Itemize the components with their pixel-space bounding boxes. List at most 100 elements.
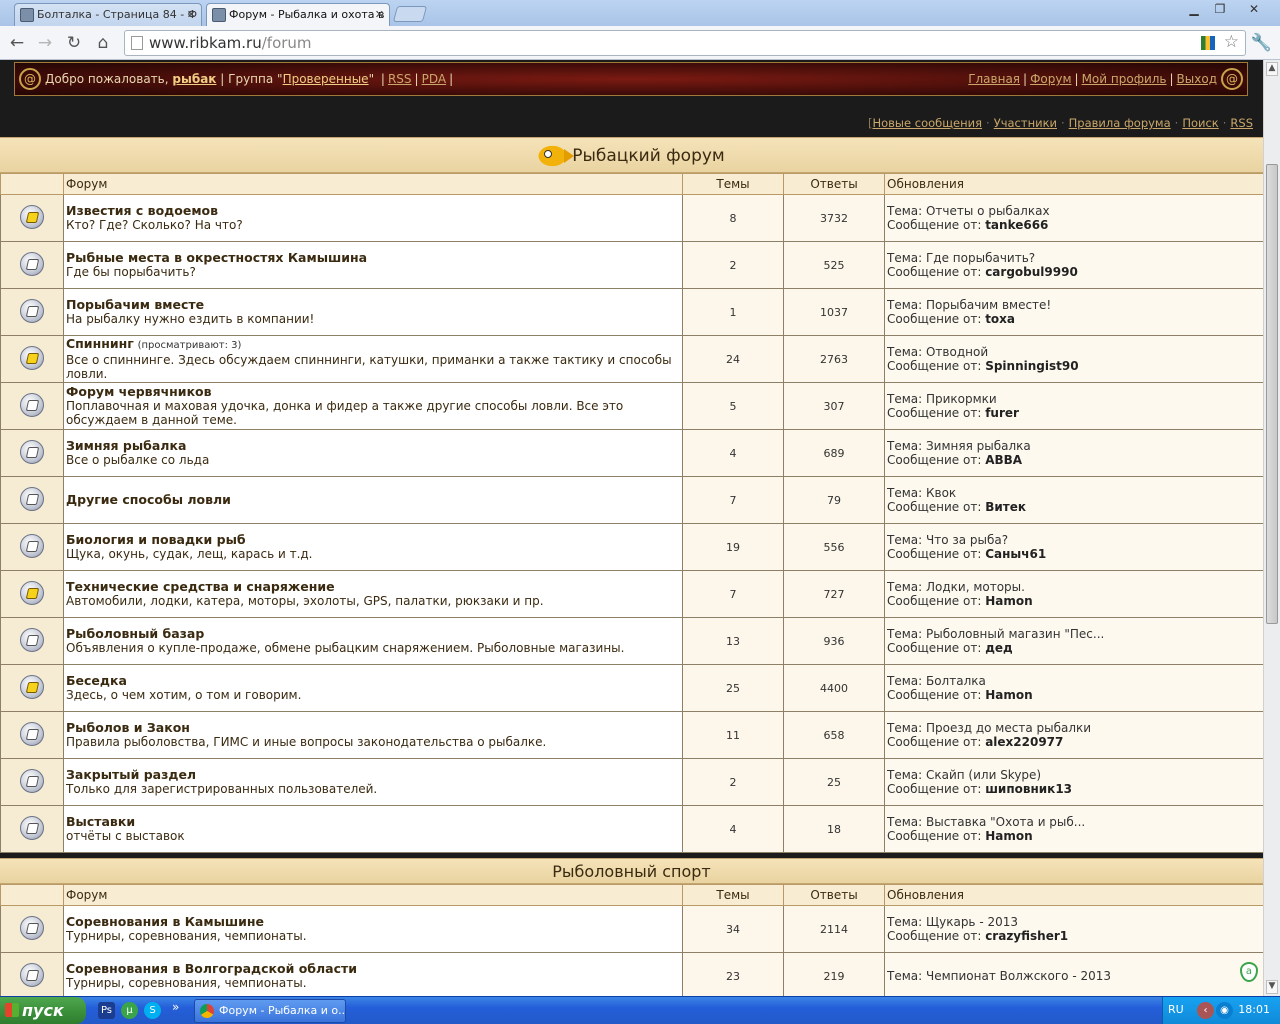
forward-arrow-icon[interactable]: → xyxy=(34,32,56,54)
rss-feed-link[interactable]: RSS xyxy=(1230,116,1253,130)
browser-tab-1[interactable]: Форум - Рыбалка и охота в ✕ xyxy=(206,3,390,27)
minimize-icon[interactable]: ▁ xyxy=(1180,0,1208,18)
tray-arrow-icon[interactable]: ‹ xyxy=(1197,1002,1214,1019)
last-topic-link[interactable]: Рыболовный магазин "Пес... xyxy=(926,627,1104,641)
last-topic-link[interactable]: Зимняя рыбалка xyxy=(926,439,1031,453)
window-close-icon[interactable]: ✕ xyxy=(1240,0,1268,18)
last-topic-link[interactable]: Щукарь - 2013 xyxy=(926,915,1018,929)
welcome-text: Добро пожаловать, xyxy=(45,72,169,86)
restore-icon[interactable]: ❐ xyxy=(1206,0,1234,18)
nav-home-link[interactable]: Главная xyxy=(968,72,1020,86)
new-tab-button[interactable] xyxy=(392,6,428,22)
nav-logout-link[interactable]: Выход xyxy=(1177,72,1217,86)
bookmark-star-icon[interactable]: ☆ xyxy=(1224,32,1239,52)
last-author-link[interactable]: alex220977 xyxy=(985,735,1063,749)
forum-link[interactable]: Рыболов и Закон xyxy=(66,720,190,735)
page-scrollbar[interactable]: ▲ ▼ xyxy=(1263,60,1280,996)
no-new-posts-icon xyxy=(20,298,44,323)
last-author-link[interactable]: toxa xyxy=(985,312,1015,326)
forum-link[interactable]: Форум червячников xyxy=(66,384,212,399)
topic-prefix: Тема: xyxy=(887,204,926,218)
photoshop-icon[interactable]: Ps xyxy=(98,1002,115,1019)
last-author-link[interactable]: tanke666 xyxy=(985,218,1048,232)
last-topic-link[interactable]: Лодки, моторы. xyxy=(926,580,1025,594)
forum-link[interactable]: Беседка xyxy=(66,673,127,688)
last-author-link[interactable]: ABBA xyxy=(985,453,1022,467)
forum-section-1: Рыбацкий форум Форум Темы Ответы Обновле… xyxy=(0,137,1263,853)
forum-link[interactable]: Известия с водоемов xyxy=(66,203,218,218)
forum-link[interactable]: Соревнования в Волгоградской области xyxy=(66,961,357,976)
scroll-up-icon[interactable]: ▲ xyxy=(1266,62,1278,76)
tray-network-icon[interactable]: ◉ xyxy=(1216,1002,1233,1019)
search-link[interactable]: Поиск xyxy=(1182,116,1218,130)
last-author-link[interactable]: Spinningist90 xyxy=(985,359,1078,373)
forum-link[interactable]: Выставки xyxy=(66,814,135,829)
members-link[interactable]: Участники xyxy=(994,116,1057,130)
last-topic-link[interactable]: Чемпионат Волжского - 2013 xyxy=(926,969,1111,983)
last-topic-link[interactable]: Болталка xyxy=(926,674,986,688)
last-topic-link[interactable]: Отводной xyxy=(926,345,988,359)
topics-count: 13 xyxy=(682,617,784,665)
close-icon[interactable]: ✕ xyxy=(187,4,196,25)
last-update-cell: Тема: Чемпионат Волжского - 2013 xyxy=(884,952,1263,996)
forum-link[interactable]: Рыболовный базар xyxy=(66,626,204,641)
last-topic-link[interactable]: Что за рыба? xyxy=(926,533,1008,547)
skype-icon[interactable]: S xyxy=(144,1002,161,1019)
address-bar[interactable]: www.ribkam.ru/forum ☆ xyxy=(124,30,1246,56)
last-author-link[interactable]: crazyfisher1 xyxy=(985,929,1068,943)
close-icon[interactable]: ✕ xyxy=(375,4,384,25)
rules-link[interactable]: Правила форума xyxy=(1069,116,1171,130)
last-author-link[interactable]: Hamon xyxy=(985,594,1032,608)
author-prefix: Сообщение от: xyxy=(887,735,986,749)
utorrent-icon[interactable]: µ xyxy=(121,1002,138,1019)
forum-link[interactable]: Спиннинг xyxy=(66,336,134,351)
wrench-menu-icon[interactable]: 🔧 xyxy=(1251,33,1272,53)
url-text[interactable]: www.ribkam.ru/forum xyxy=(149,34,312,52)
nav-forum-link[interactable]: Форум xyxy=(1030,72,1071,86)
last-topic-link[interactable]: Квок xyxy=(926,486,956,500)
forum-link[interactable]: Закрытый раздел xyxy=(66,767,196,782)
topics-count: 5 xyxy=(682,382,784,430)
scroll-down-icon[interactable]: ▼ xyxy=(1266,980,1278,994)
last-author-link[interactable]: Витек xyxy=(985,500,1026,514)
last-author-link[interactable]: Саныч61 xyxy=(985,547,1046,561)
reload-icon[interactable]: ↻ xyxy=(63,32,85,54)
last-topic-link[interactable]: Порыбачим вместе! xyxy=(926,298,1051,312)
last-topic-link[interactable]: Отчеты о рыбалках xyxy=(926,204,1050,218)
last-topic-link[interactable]: Выставка "Охота и рыб... xyxy=(926,815,1085,829)
group-link[interactable]: Проверенные xyxy=(283,72,369,86)
forum-link[interactable]: Порыбачим вместе xyxy=(66,297,204,312)
forum-link[interactable]: Другие способы ловли xyxy=(66,492,231,507)
forum-link[interactable]: Технические средства и снаряжение xyxy=(66,579,335,594)
quicklaunch-more-icon[interactable]: » xyxy=(172,1000,179,1014)
last-topic-link[interactable]: Прикормки xyxy=(926,392,997,406)
extension-icon[interactable] xyxy=(1201,36,1215,50)
home-icon[interactable]: ⌂ xyxy=(92,32,114,54)
last-author-link[interactable]: дед xyxy=(985,641,1013,655)
rss-link[interactable]: RSS xyxy=(388,72,412,86)
forum-link[interactable]: Соревнования в Камышине xyxy=(66,914,264,929)
language-indicator[interactable]: RU xyxy=(1168,1003,1184,1016)
forum-link[interactable]: Зимняя рыбалка xyxy=(66,438,186,453)
back-arrow-icon[interactable]: ← xyxy=(6,32,28,54)
last-author-link[interactable]: Hamon xyxy=(985,829,1032,843)
section-title-text: Рыбацкий форум xyxy=(572,146,725,166)
last-topic-link[interactable]: Где порыбачить? xyxy=(926,251,1035,265)
nav-profile-link[interactable]: Мой профиль xyxy=(1082,72,1167,86)
last-topic-link[interactable]: Скайп (или Skype) xyxy=(926,768,1041,782)
topic-prefix: Тема: xyxy=(887,251,926,265)
last-author-link[interactable]: cargobul9990 xyxy=(985,265,1078,279)
last-topic-link[interactable]: Проезд до места рыбалки xyxy=(926,721,1091,735)
forum-link[interactable]: Биология и повадки рыб xyxy=(66,532,246,547)
new-posts-link[interactable]: Новые сообщения xyxy=(872,116,982,130)
last-author-link[interactable]: шиповник13 xyxy=(985,782,1072,796)
taskbar-chrome-button[interactable]: Форум - Рыбалка и о... xyxy=(194,999,346,1023)
browser-tab-0[interactable]: Болталка - Страница 84 - Ф ✕ xyxy=(14,3,202,26)
start-button[interactable]: пуск xyxy=(0,997,86,1024)
forum-link[interactable]: Рыбные места в окрестностях Камышина xyxy=(66,250,367,265)
last-author-link[interactable]: Hamon xyxy=(985,688,1032,702)
username-link[interactable]: рыбак xyxy=(172,72,216,86)
scrollbar-thumb[interactable] xyxy=(1266,164,1278,624)
last-author-link[interactable]: furer xyxy=(985,406,1019,420)
pda-link[interactable]: PDA xyxy=(422,72,446,86)
